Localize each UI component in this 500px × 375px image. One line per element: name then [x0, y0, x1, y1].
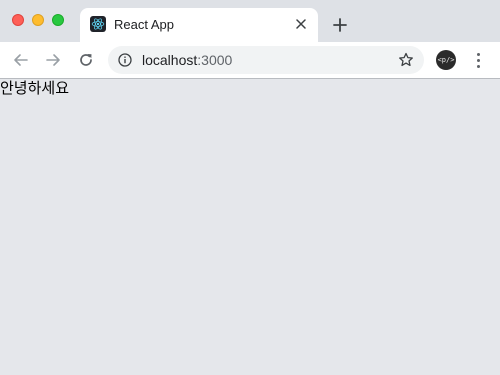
tab-react-app[interactable]: React App — [80, 8, 318, 42]
arrow-left-icon[interactable] — [11, 50, 31, 70]
greeting-text: 안녕하세요 — [0, 79, 70, 97]
window-close-button[interactable] — [12, 14, 24, 26]
kebab-menu-icon[interactable] — [470, 50, 486, 70]
url-port: :3000 — [197, 52, 233, 68]
extension-icon[interactable]: <p/> — [436, 50, 456, 70]
info-icon[interactable] — [118, 53, 132, 67]
close-icon[interactable] — [294, 17, 308, 31]
browser-toolbar: localhost:3000 <p/> — [0, 42, 500, 79]
star-icon[interactable] — [398, 52, 414, 68]
window-minimize-button[interactable] — [32, 14, 44, 26]
url-text[interactable]: localhost:3000 — [142, 52, 232, 68]
tab-title: React App — [114, 17, 174, 32]
reload-icon[interactable] — [76, 50, 96, 70]
react-logo-icon — [90, 16, 106, 32]
arrow-right-icon[interactable] — [43, 50, 63, 70]
tab-strip: React App — [0, 0, 500, 42]
browser-window: React App localhost:3000 <p/> 안녕하세요 — [0, 0, 500, 375]
plus-icon[interactable] — [330, 15, 350, 35]
page-content: 안녕하세요 — [0, 79, 500, 375]
address-bar[interactable]: localhost:3000 — [108, 46, 424, 74]
extension-label: <p/> — [437, 56, 455, 64]
window-maximize-button[interactable] — [52, 14, 64, 26]
url-host: localhost — [142, 52, 198, 68]
